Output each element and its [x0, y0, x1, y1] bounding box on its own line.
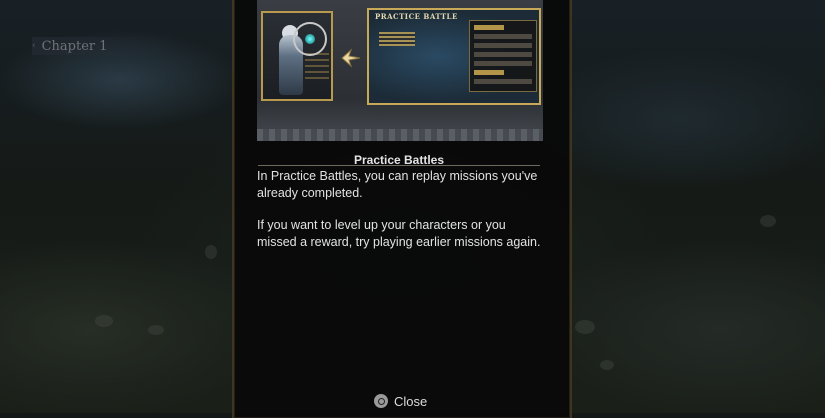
tutorial-illustration: PRACTICE BATTLE [257, 0, 543, 141]
map-rock [600, 360, 614, 370]
close-button[interactable]: Close [374, 393, 427, 409]
practice-battle-screen-preview: PRACTICE BATTLE [367, 8, 541, 105]
arrow-right-icon [339, 46, 363, 70]
map-rock [95, 315, 113, 327]
tutorial-title-bar: Practice Battles [258, 149, 540, 167]
chevron-left-icon: ‹ [32, 41, 36, 51]
crystal-icon [305, 34, 315, 44]
character-card [261, 11, 333, 101]
tutorial-title: Practice Battles [353, 153, 445, 167]
chapter-label: ‹ Chapter 1 [32, 37, 172, 55]
preview-detail-panel [469, 20, 537, 92]
tutorial-paragraph: If you want to level up your characters … [257, 218, 541, 249]
chapter-label-text: Chapter 1 [41, 38, 108, 54]
map-rock [205, 245, 217, 259]
circle-button-icon [374, 394, 388, 408]
preview-title: PRACTICE BATTLE [375, 12, 458, 21]
tutorial-body: In Practice Battles, you can replay miss… [257, 168, 547, 266]
map-rock [575, 320, 595, 334]
character-card-details [305, 53, 329, 83]
highlight-circle-icon [293, 22, 327, 56]
map-rock [148, 325, 164, 335]
close-button-label: Close [394, 393, 428, 409]
preview-mission-list [379, 32, 415, 46]
map-rock [760, 215, 776, 227]
illustration-border-pattern [257, 129, 543, 141]
tutorial-paragraph: In Practice Battles, you can replay miss… [257, 169, 538, 200]
